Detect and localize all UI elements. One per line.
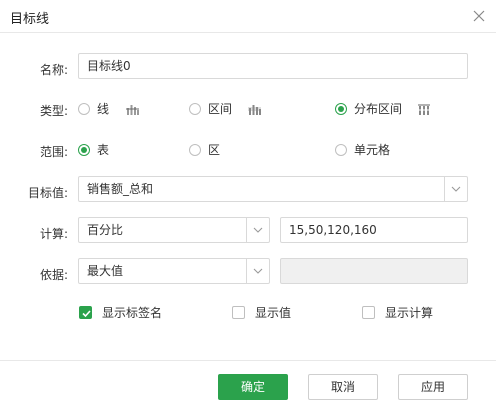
checkbox-label: 显示计算 <box>385 306 434 320</box>
chevron-down-icon <box>451 186 461 192</box>
dialog-footer: 确定 取消 应用 <box>0 360 496 409</box>
calc-method-selected: 百分比 <box>87 223 124 237</box>
radio-circle <box>189 103 201 115</box>
radio-circle <box>335 144 347 156</box>
close-icon[interactable] <box>472 9 486 23</box>
basis-value-input <box>280 258 468 284</box>
name-label: 名称: <box>39 63 68 77</box>
checkbox-box <box>79 306 92 319</box>
ok-button[interactable]: 确定 <box>218 374 288 400</box>
checkbox-box <box>362 306 375 319</box>
scope-option-label: 单元格 <box>354 143 391 157</box>
type-option-label: 线 <box>97 102 110 116</box>
target-value-select[interactable]: 销售额_总和 <box>78 176 468 202</box>
check-icon <box>82 310 91 318</box>
basis-method-select[interactable]: 最大值 <box>78 258 270 284</box>
scope-option-label: 区 <box>208 143 221 157</box>
checkbox-label: 显示标签名 <box>102 306 163 320</box>
basis-label: 依据: <box>39 268 68 282</box>
distribution-chart-icon <box>418 104 430 115</box>
target-line-dialog: 目标线 名称: 目标线0 类型: 线 区间 分布区间 范围: 表 区 单元格 目… <box>0 0 496 408</box>
target-value-selected: 销售额_总和 <box>87 182 154 196</box>
checkbox-label: 显示值 <box>255 306 292 320</box>
calc-label: 计算: <box>39 227 68 241</box>
basis-method-dropdown[interactable] <box>246 259 269 283</box>
radio-circle <box>78 103 90 115</box>
dialog-title-bar: 目标线 <box>0 0 496 33</box>
range-chart-icon <box>248 105 261 115</box>
radio-circle <box>335 103 347 115</box>
calc-method-dropdown[interactable] <box>246 218 269 242</box>
calc-method-select[interactable]: 百分比 <box>78 217 270 243</box>
target-value-label: 目标值: <box>27 186 68 200</box>
chevron-down-icon <box>253 227 263 233</box>
apply-button[interactable]: 应用 <box>398 374 468 400</box>
basis-method-selected: 最大值 <box>87 264 124 278</box>
name-input[interactable]: 目标线0 <box>78 53 468 79</box>
type-label: 类型: <box>39 104 68 118</box>
type-option-label: 分布区间 <box>354 102 403 116</box>
dialog-title: 目标线 <box>10 12 50 27</box>
calc-values-input[interactable]: 15,50,120,160 <box>280 217 468 243</box>
cancel-button[interactable]: 取消 <box>308 374 378 400</box>
scope-label: 范围: <box>39 145 68 159</box>
radio-circle <box>189 144 201 156</box>
target-value-dropdown[interactable] <box>444 177 467 201</box>
scope-option-label: 表 <box>97 143 110 157</box>
chevron-down-icon <box>253 268 263 274</box>
type-option-label: 区间 <box>208 102 233 116</box>
line-chart-icon <box>126 105 139 115</box>
radio-circle <box>78 144 90 156</box>
checkbox-box <box>232 306 245 319</box>
